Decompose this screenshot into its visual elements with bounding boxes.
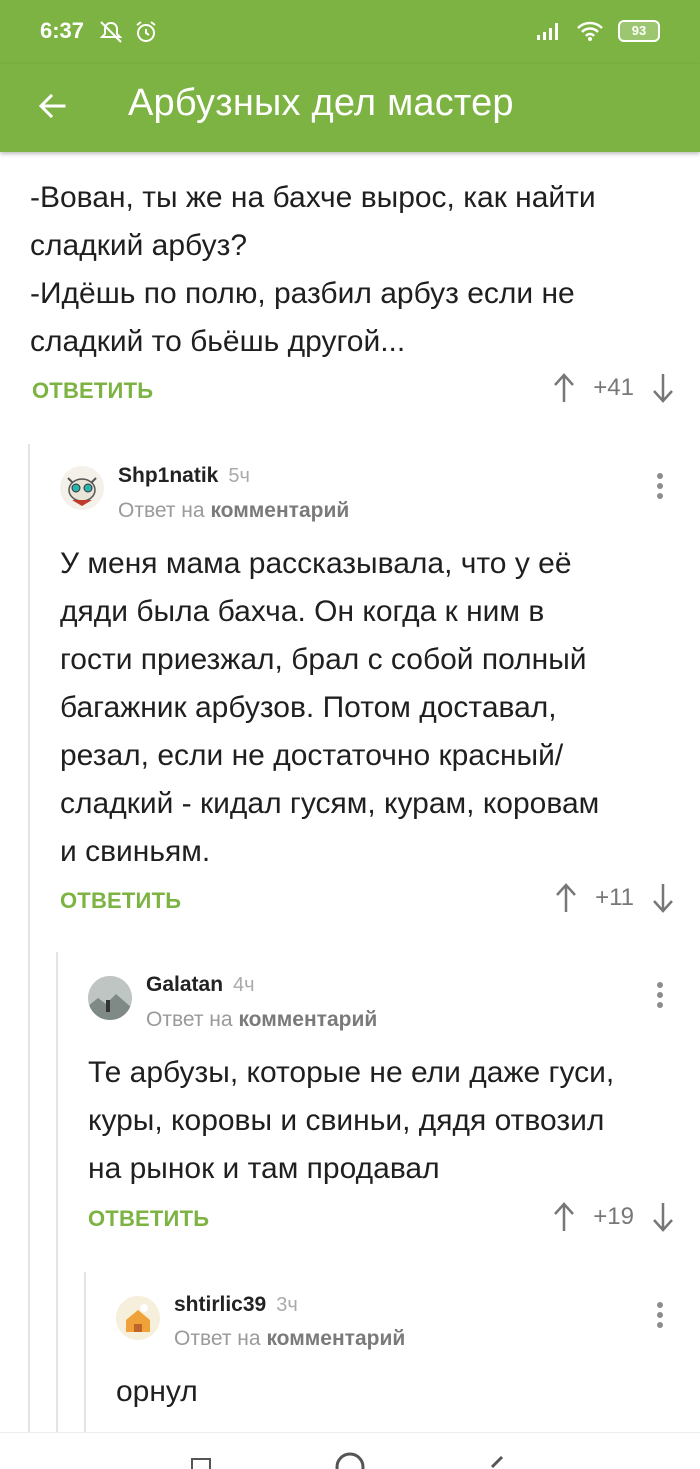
root-comment-text: -Вован, ты же на бахче вырос, как найти … — [30, 174, 670, 366]
rating: +19 — [593, 1203, 634, 1230]
vote-controls: +19 — [553, 1201, 674, 1233]
comment-text: У меня мама рассказывала, что у её дяди … — [60, 540, 680, 876]
home-icon[interactable] — [334, 1451, 366, 1469]
comment-line: сладкий - кидал гусям, курам, коровам — [60, 787, 600, 820]
system-nav-bar — [0, 1432, 700, 1469]
reply-to-link[interactable]: комментарий — [266, 1327, 405, 1350]
avatar[interactable] — [116, 1296, 160, 1340]
more-menu-button[interactable] — [650, 1297, 670, 1337]
comment-author[interactable]: Galatan 4ч — [146, 973, 255, 997]
arrow-down-icon[interactable] — [652, 1201, 674, 1233]
comment-author[interactable]: Shp1natik 5ч — [118, 464, 250, 488]
rating: +41 — [593, 374, 634, 401]
comment-line: У меня мама рассказывала, что у её — [60, 547, 572, 580]
comment-text: орнул — [116, 1368, 676, 1416]
comment-author[interactable]: shtirlic39 3ч — [174, 1293, 298, 1317]
vote-controls: +41 — [553, 372, 674, 404]
avatar[interactable] — [60, 466, 104, 510]
status-bar: 6:37 93 — [0, 0, 700, 64]
reply-button[interactable]: ОТВЕТИТЬ — [88, 1206, 209, 1232]
author-name[interactable]: Galatan — [146, 973, 223, 996]
mute-bell-icon — [99, 21, 123, 43]
reply-to: Ответ на комментарий — [118, 499, 349, 523]
thread-line — [84, 1272, 86, 1434]
alarm-icon — [136, 21, 156, 42]
wifi-icon — [577, 21, 603, 41]
arrow-down-icon[interactable] — [652, 882, 674, 914]
comment-line: орнул — [116, 1375, 198, 1408]
recents-icon[interactable] — [190, 1457, 212, 1469]
comment-line: и свиньям. — [60, 835, 211, 868]
comment-line: Те арбузы, которые не ели даже гуси, — [88, 1056, 615, 1089]
page-title: Арбузных дел мастер — [128, 82, 514, 124]
author-name[interactable]: Shp1natik — [118, 464, 218, 487]
more-vert-icon — [657, 982, 663, 1008]
comment-line: сладкий то бьёшь другой... — [30, 325, 406, 358]
reply-to-link[interactable]: комментарий — [238, 1008, 377, 1031]
comment-line: на рынок и там продавал — [88, 1152, 440, 1185]
more-vert-icon — [657, 1302, 663, 1328]
thread-line — [28, 444, 30, 1434]
reply-to-prefix: Ответ на — [146, 1008, 233, 1031]
app-bar: Арбузных дел мастер — [0, 64, 700, 152]
comment-line: резал, если не достаточно красный/ — [60, 739, 564, 772]
comments-area: -Вован, ты же на бахче вырос, как найти … — [0, 152, 700, 1434]
comment-line: -Идёшь по полю, разбил арбуз если не — [30, 277, 575, 310]
more-menu-button[interactable] — [650, 977, 670, 1017]
arrow-up-icon[interactable] — [555, 882, 577, 914]
comment-line: -Вован, ты же на бахче вырос, как найти — [30, 181, 596, 214]
house-avatar-icon — [116, 1296, 160, 1340]
status-time: 6:37 — [40, 18, 85, 43]
comment-time: 5ч — [228, 465, 250, 487]
comment-time: 4ч — [233, 974, 255, 996]
comment-line: гости приезжал, брал с собой полный — [60, 643, 587, 676]
cat-avatar-icon — [67, 477, 97, 506]
author-name[interactable]: shtirlic39 — [174, 1293, 266, 1316]
back-button[interactable] — [30, 84, 74, 128]
comment-line: багажник арбузов. Потом доставал, — [60, 691, 557, 724]
comment-text: Те арбузы, которые не ели даже гуси, кур… — [88, 1049, 688, 1193]
battery-indicator: 93 — [618, 20, 660, 42]
reply-button[interactable]: ОТВЕТИТЬ — [60, 888, 181, 914]
status-right-icons: 93 — [536, 20, 660, 42]
back-arrow-icon — [38, 93, 66, 119]
comment-line: дяди была бахча. Он когда к ним в — [60, 595, 545, 628]
landscape-avatar-icon — [88, 976, 132, 1020]
comment-line: сладкий арбуз? — [30, 229, 248, 262]
more-vert-icon — [657, 473, 663, 499]
comment-time: 3ч — [276, 1294, 298, 1316]
arrow-down-icon[interactable] — [652, 372, 674, 404]
status-left-icons — [98, 20, 158, 44]
signal-icon — [537, 23, 558, 40]
reply-button[interactable]: ОТВЕТИТЬ — [32, 378, 153, 404]
rating: +11 — [595, 884, 634, 911]
reply-to: Ответ на комментарий — [146, 1008, 377, 1032]
more-menu-button[interactable] — [650, 468, 670, 508]
arrow-up-icon[interactable] — [553, 1201, 575, 1233]
arrow-up-icon[interactable] — [553, 372, 575, 404]
reply-to-link[interactable]: комментарий — [210, 499, 349, 522]
comment-line: куры, коровы и свиньи, дядя отвозил — [88, 1104, 605, 1137]
reply-to: Ответ на комментарий — [174, 1327, 405, 1351]
reply-to-prefix: Ответ на — [174, 1327, 261, 1350]
reply-to-prefix: Ответ на — [118, 499, 205, 522]
thread-line — [56, 952, 58, 1434]
avatar[interactable] — [88, 976, 132, 1020]
vote-controls: +11 — [555, 882, 674, 914]
